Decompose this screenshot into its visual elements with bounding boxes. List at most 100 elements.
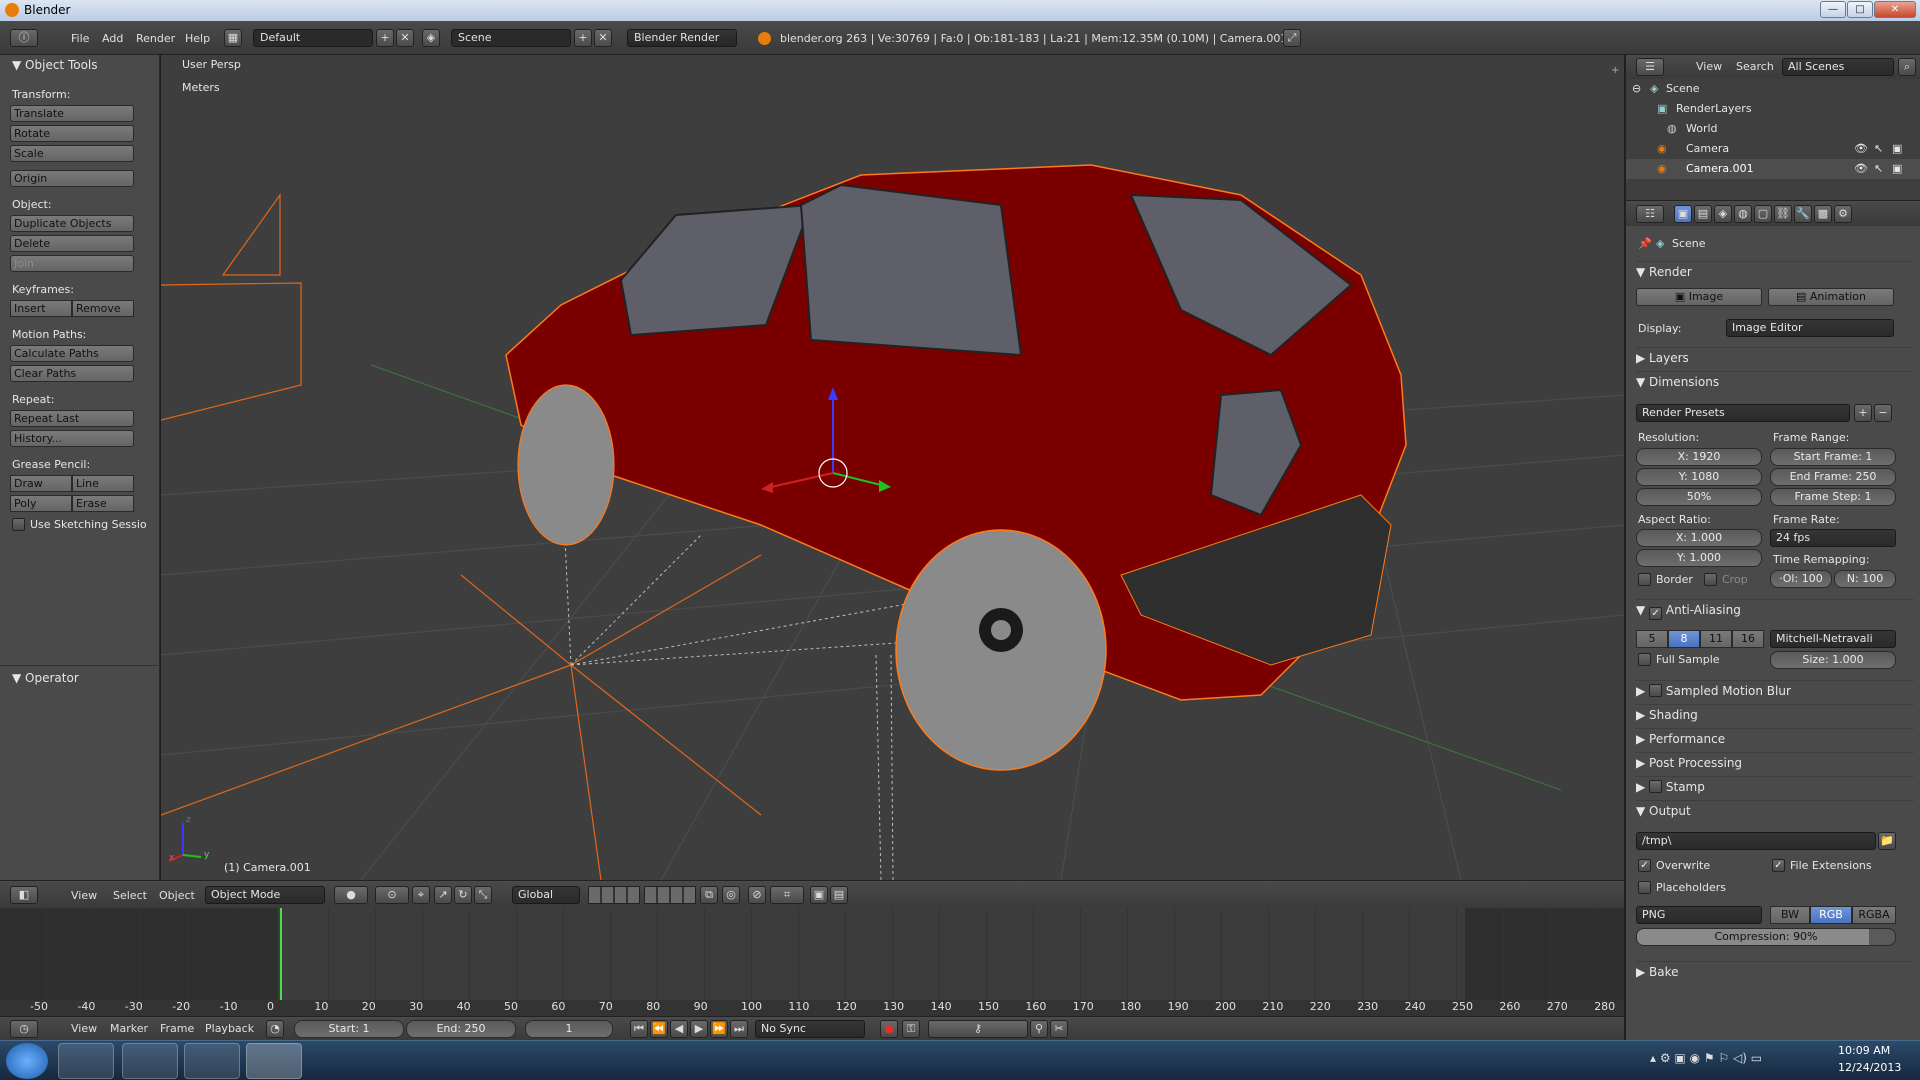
origin-button[interactable]: Origin (10, 170, 134, 187)
car-model[interactable] (505, 164, 1407, 771)
menu-marker[interactable]: Marker (110, 1022, 148, 1035)
scene-tab-icon[interactable]: ◈ (1714, 205, 1732, 223)
post-processing-section-header[interactable]: ▶ Post Processing (1636, 752, 1914, 772)
fullscreen-icon[interactable]: ⤢ (1283, 29, 1301, 47)
file-extensions-checkbox[interactable]: ✓ (1772, 859, 1785, 872)
overwrite-checkbox[interactable]: ✓ (1638, 859, 1651, 872)
anti-aliasing-section-header[interactable]: ▼ ✓ Anti-Aliasing (1636, 599, 1914, 620)
scene-icon[interactable]: ◈ (422, 29, 440, 47)
add-scene-icon[interactable]: + (574, 29, 592, 47)
chrome-taskbar-icon[interactable] (122, 1043, 178, 1079)
anti-aliasing-checkbox[interactable]: ✓ (1649, 607, 1663, 620)
proportional-edit-icon[interactable]: ◎ (722, 886, 740, 904)
layer-buttons[interactable] (588, 886, 640, 904)
physics-tab-icon[interactable]: ⚙ (1834, 205, 1852, 223)
aa-samples-5[interactable]: 5 (1636, 630, 1668, 648)
outliner-row-world[interactable]: ◍ World (1626, 119, 1920, 139)
menu-search[interactable]: Search (1736, 60, 1774, 73)
aa-filter-select[interactable]: Mitchell-Netravali (1770, 630, 1896, 648)
crop-checkbox[interactable] (1704, 573, 1717, 586)
current-frame-cursor[interactable] (279, 908, 282, 1000)
editor-type-icon[interactable]: ⓘ (10, 29, 38, 47)
scene-field[interactable]: Scene (451, 29, 571, 47)
time-remap-old-field[interactable]: ·Ol: 100 (1770, 570, 1832, 588)
minimize-button[interactable]: — (1820, 1, 1846, 18)
translate-button[interactable]: Translate (10, 105, 134, 122)
layer-buttons-2[interactable] (644, 886, 696, 904)
scale-button[interactable]: Scale (10, 145, 134, 162)
preview-range-icon[interactable]: ◔ (266, 1020, 284, 1038)
aa-samples-8[interactable]: 8 (1668, 630, 1700, 648)
collapse-icon[interactable]: ⊖ (1632, 79, 1641, 99)
menu-render[interactable]: Render (136, 32, 175, 45)
remove-preset-icon[interactable]: − (1874, 404, 1892, 422)
color-rgb-button[interactable]: RGB (1810, 906, 1852, 924)
outliner-filter-select[interactable]: All Scenes (1782, 58, 1894, 76)
tool-shelf-toggle-icon[interactable]: + (1611, 65, 1619, 76)
object-tab-icon[interactable]: ▢ (1754, 205, 1772, 223)
layout-field[interactable]: Default (253, 29, 373, 47)
aa-size-field[interactable]: Size: 1.000 (1770, 651, 1896, 669)
orientation-select[interactable]: Global (512, 886, 580, 904)
play-reverse-icon[interactable]: ◀ (670, 1020, 688, 1038)
menu-view[interactable]: View (71, 1022, 97, 1035)
clear-paths-button[interactable]: Clear Paths (10, 365, 134, 382)
compression-slider[interactable]: Compression: 90% (1636, 928, 1896, 946)
start-frame-field[interactable]: Start Frame: 1 (1770, 448, 1896, 466)
viewport-scene[interactable] (161, 55, 1624, 880)
outliner[interactable]: ☰ View Search All Scenes ⌕ ⊖ ◈ Scene ▣ Rend… (1626, 55, 1920, 200)
rotate-manipulator-icon[interactable]: ↻ (454, 886, 472, 904)
rotate-button[interactable]: Rotate (10, 125, 134, 142)
screen-layout-icon[interactable]: ▦ (224, 29, 242, 47)
join-button[interactable]: Join (10, 255, 134, 272)
3d-viewport[interactable]: User Persp Meters (1) Camera.001 x y z + (161, 55, 1624, 880)
select-arrow-icon[interactable]: ↖ (1874, 159, 1883, 179)
add-preset-icon[interactable]: + (1854, 404, 1872, 422)
scale-manipulator-icon[interactable]: ⤡ (474, 886, 492, 904)
calculate-paths-button[interactable]: Calculate Paths (10, 345, 134, 362)
menu-add[interactable]: Add (102, 32, 123, 45)
layers-tab-icon[interactable]: ▤ (1694, 205, 1712, 223)
dimensions-section-header[interactable]: ▼ Dimensions (1636, 371, 1914, 391)
keying-set-icon[interactable]: ⚿ (902, 1020, 920, 1038)
menu-view[interactable]: View (1696, 60, 1722, 73)
resolution-y-field[interactable]: Y: 1080 (1636, 468, 1762, 486)
output-path-field[interactable]: /tmp\ (1636, 832, 1876, 850)
jump-end-icon[interactable]: ⏭ (730, 1020, 748, 1038)
repeat-last-button[interactable]: Repeat Last (10, 410, 134, 427)
insert-keyframe-icon[interactable]: ⚲ (1030, 1020, 1048, 1038)
menu-object[interactable]: Object (159, 889, 195, 902)
stamp-checkbox[interactable] (1649, 780, 1663, 793)
current-frame-field[interactable]: 1 (525, 1020, 613, 1038)
render-camera-icon[interactable]: ▣ (1892, 159, 1902, 179)
timeline-editor[interactable] (0, 908, 1624, 1021)
line-button[interactable]: Line (72, 475, 134, 492)
time-remap-new-field[interactable]: N: 100 (1834, 570, 1896, 588)
border-checkbox[interactable] (1638, 573, 1651, 586)
explorer-taskbar-icon[interactable] (58, 1043, 114, 1079)
jump-start-icon[interactable]: ⏮ (630, 1020, 648, 1038)
render-image-button[interactable]: ▣ Image (1636, 288, 1762, 306)
frame-rate-select[interactable]: 24 fps (1770, 529, 1896, 547)
stamp-section-header[interactable]: ▶ Stamp (1636, 776, 1914, 796)
play-icon[interactable]: ▶ (690, 1020, 708, 1038)
visibility-eye-icon[interactable]: 👁 (1854, 139, 1868, 159)
insert-keyframe-button[interactable]: Insert (10, 300, 72, 317)
texture-tab-icon[interactable]: ▩ (1814, 205, 1832, 223)
remove-layout-icon[interactable]: ✕ (396, 29, 414, 47)
aa-samples-11[interactable]: 11 (1700, 630, 1732, 648)
end-frame-field[interactable]: End Frame: 250 (1770, 468, 1896, 486)
editor-type-icon[interactable]: ☷ (1636, 205, 1664, 223)
resolution-x-field[interactable]: X: 1920 (1636, 448, 1762, 466)
performance-section-header[interactable]: ▶ Performance (1636, 728, 1914, 748)
menu-select[interactable]: Select (113, 889, 147, 902)
search-icon[interactable]: ⌕ (1898, 58, 1916, 76)
snap-toggle-icon[interactable]: ⊘ (748, 886, 766, 904)
render-opengl-icon[interactable]: ▣ (810, 886, 828, 904)
visibility-eye-icon[interactable]: 👁 (1854, 159, 1868, 179)
jump-keyframe-back-icon[interactable]: ⏪ (650, 1020, 668, 1038)
duplicate-objects-button[interactable]: Duplicate Objects (10, 215, 134, 232)
layers-section-header[interactable]: ▶ Layers (1636, 347, 1914, 367)
aa-samples-16[interactable]: 16 (1732, 630, 1764, 648)
outliner-row-camera[interactable]: ◉ Camera 👁 ↖ ▣ (1626, 139, 1920, 159)
